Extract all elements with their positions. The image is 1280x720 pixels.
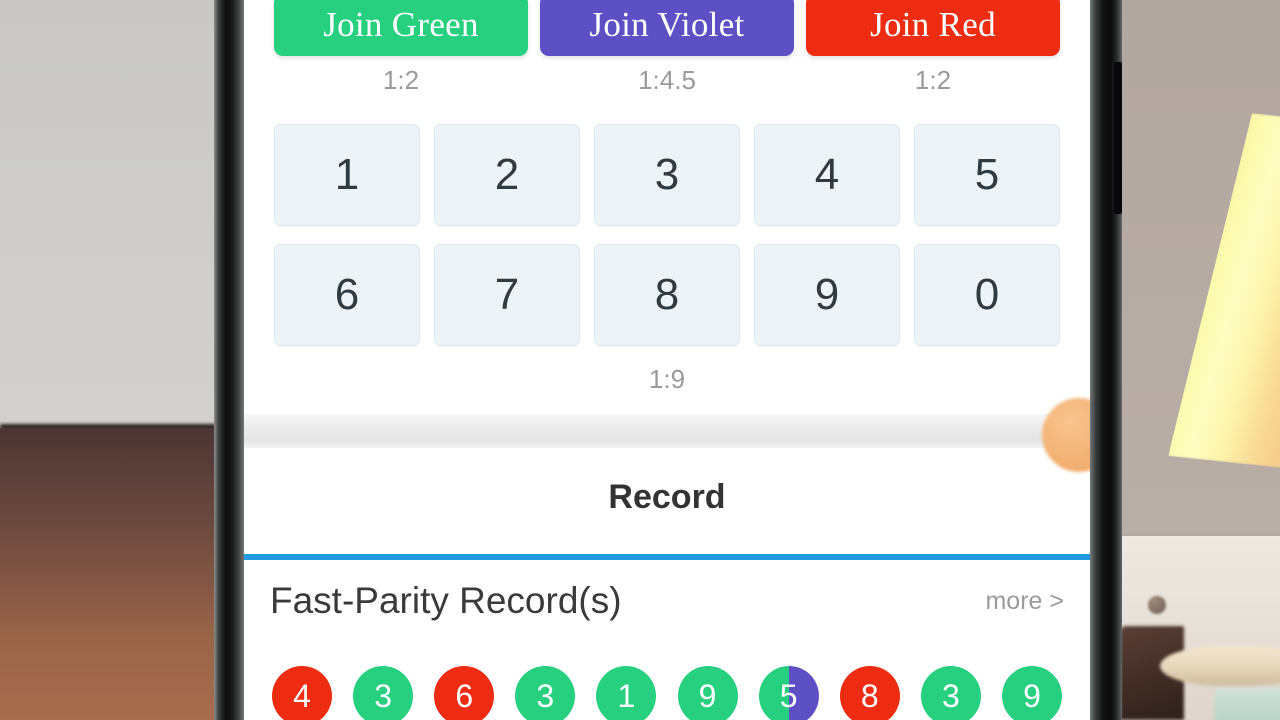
result-ball[interactable]: 3 (920, 666, 981, 720)
number-button-4[interactable]: 4 (754, 124, 900, 226)
background-lamp-stand (1214, 688, 1280, 720)
record-heading: Record (608, 478, 726, 516)
record-section-header: Fast-Parity Record(s) more > (244, 580, 1090, 622)
join-violet-button[interactable]: Join Violet (540, 0, 794, 56)
join-green-button[interactable]: Join Green (274, 0, 528, 56)
section-separator-band (244, 414, 1090, 448)
number-button-8[interactable]: 8 (594, 244, 740, 346)
bet-option-green: Join Green 1:2 (274, 0, 528, 96)
phone-bezel-left (214, 0, 244, 720)
number-grid: 1 2 3 4 5 6 7 8 9 0 1:9 (244, 124, 1090, 395)
result-ball[interactable]: 9 (1001, 666, 1062, 720)
background-left-wall (0, 0, 232, 428)
record-more-link[interactable]: more > (985, 587, 1064, 616)
phone-screen: Join Green 1:2 Join Violet 1:4.5 Join Re… (244, 0, 1090, 720)
record-results-row: 4 3 6 3 1 9 5 8 3 9 (244, 666, 1090, 720)
join-green-odds: 1:2 (382, 65, 420, 95)
result-ball[interactable]: 6 (434, 666, 495, 720)
number-button-5[interactable]: 5 (914, 124, 1060, 226)
join-violet-odds: 1:4.5 (638, 65, 696, 95)
number-button-7[interactable]: 7 (434, 244, 580, 346)
number-button-3[interactable]: 3 (594, 124, 740, 226)
result-ball[interactable]: 8 (839, 666, 900, 720)
result-ball[interactable]: 5 (758, 666, 819, 720)
number-button-1[interactable]: 1 (274, 124, 420, 226)
screenshot-scene: Join Green 1:2 Join Violet 1:4.5 Join Re… (0, 0, 1280, 720)
record-section-title: Fast-Parity Record(s) (270, 580, 622, 621)
result-ball[interactable]: 3 (353, 666, 414, 720)
phone-side-button[interactable] (1114, 62, 1122, 214)
number-grid-odds: 1:9 (648, 364, 686, 394)
bet-option-red: Join Red 1:2 (806, 0, 1060, 96)
number-grid-row-1: 1 2 3 4 5 (274, 124, 1060, 226)
result-ball[interactable]: 1 (596, 666, 657, 720)
number-button-0[interactable]: 0 (914, 244, 1060, 346)
number-grid-row-2: 6 7 8 9 0 (274, 244, 1060, 346)
floating-action-bubble[interactable]: ... (1042, 398, 1090, 472)
result-ball[interactable]: 3 (515, 666, 576, 720)
join-red-odds: 1:2 (914, 65, 952, 95)
join-red-button[interactable]: Join Red (806, 0, 1060, 56)
number-button-2[interactable]: 2 (434, 124, 580, 226)
record-underline (244, 554, 1090, 560)
background-knob (1148, 596, 1166, 614)
result-ball[interactable]: 9 (677, 666, 738, 720)
background-lamp-base (1160, 646, 1280, 686)
bet-option-violet: Join Violet 1:4.5 (540, 0, 794, 96)
floating-bubble-label: ... (1071, 427, 1087, 443)
number-button-9[interactable]: 9 (754, 244, 900, 346)
result-ball[interactable]: 4 (272, 666, 332, 720)
background-left-floor (0, 428, 232, 720)
number-button-6[interactable]: 6 (274, 244, 420, 346)
bet-buttons-row: Join Green 1:2 Join Violet 1:4.5 Join Re… (244, 0, 1090, 96)
